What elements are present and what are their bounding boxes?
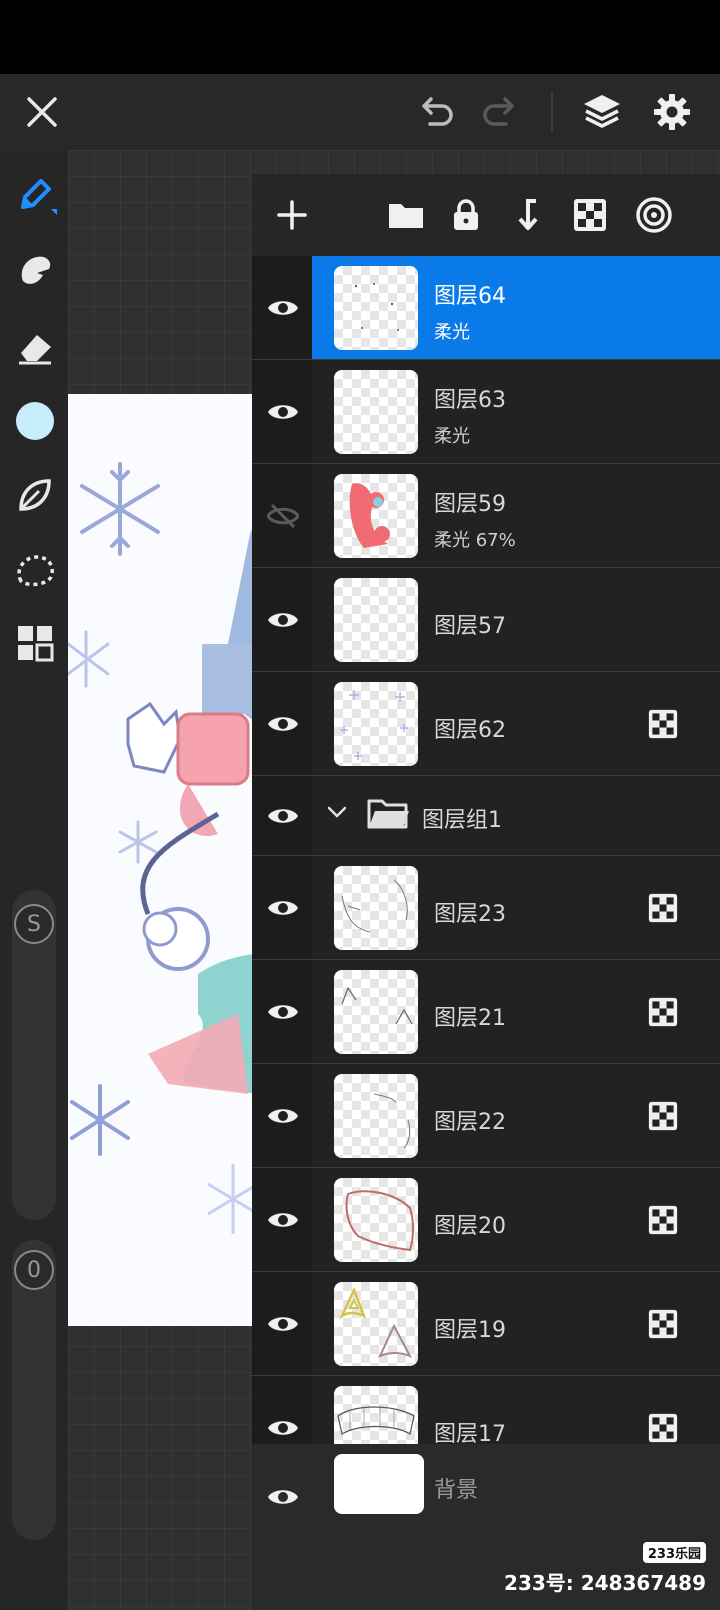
smudge-tool-icon[interactable] (10, 246, 60, 296)
close-icon[interactable] (14, 84, 70, 140)
snowflake-large (80, 462, 160, 556)
eye-icon[interactable] (266, 1203, 300, 1237)
eye-icon[interactable] (266, 1307, 300, 1341)
layer-row[interactable]: 图层63 柔光 (252, 360, 720, 464)
layer-name: 图层20 (434, 1214, 506, 1239)
layer-blend-mode: 柔光 67% (434, 530, 516, 551)
new-group-folder-icon[interactable] (380, 189, 432, 241)
eye-icon[interactable] (266, 395, 300, 429)
eye-icon[interactable] (266, 799, 300, 833)
background-layer-name: 背景 (434, 1478, 479, 1503)
toolbar-divider (551, 92, 553, 132)
group-name: 图层组1 (422, 808, 502, 833)
layer-name: 图层21 (434, 1006, 506, 1031)
gear-icon[interactable] (644, 84, 700, 140)
layer-blend-mode: 柔光 (434, 322, 470, 343)
size-slider-knob[interactable]: S (14, 904, 54, 944)
redo-icon[interactable] (472, 84, 528, 140)
clipping-mask-indicator-icon (648, 893, 678, 923)
layer-thumbnail (334, 682, 418, 766)
chevron-down-icon[interactable] (326, 804, 348, 823)
eye-icon[interactable] (266, 291, 300, 325)
layer-row[interactable]: 图层20 (252, 1168, 720, 1272)
eye-icon[interactable] (266, 707, 300, 741)
layer-name: 图层63 (434, 388, 506, 413)
opacity-slider-knob[interactable]: 0 (14, 1250, 54, 1290)
status-bar (0, 0, 720, 74)
layer-row[interactable]: 图层62 (252, 672, 720, 776)
layer-thumbnail (334, 266, 418, 350)
layer-row[interactable]: 图层19 (252, 1272, 720, 1376)
clipping-mask-icon[interactable] (564, 189, 616, 241)
eye-icon[interactable] (266, 1099, 300, 1133)
eye-icon[interactable] (266, 603, 300, 637)
top-toolbar (0, 74, 720, 150)
layer-name: 图层22 (434, 1110, 506, 1135)
eye-icon[interactable] (266, 1480, 300, 1514)
undo-icon[interactable] (408, 84, 464, 140)
watermark-logo: 233乐园 (642, 1542, 706, 1563)
clipping-mask-indicator-icon (648, 1309, 678, 1339)
layer-name: 图层62 (434, 718, 506, 743)
eye-icon[interactable] (266, 995, 300, 1029)
gallery-grid-icon[interactable] (10, 618, 60, 668)
clipping-mask-indicator-icon (648, 1101, 678, 1131)
selection-tool-icon[interactable] (10, 546, 60, 596)
color-swatch[interactable] (10, 396, 60, 446)
eye-icon[interactable] (266, 891, 300, 925)
layer-row[interactable]: 图层21 (252, 960, 720, 1064)
watermark-text: 233号: 248367489 (504, 1571, 706, 1595)
clipping-mask-indicator-icon (648, 709, 678, 739)
layer-row[interactable]: 图层64 柔光 (252, 256, 720, 360)
merge-down-icon[interactable] (502, 189, 554, 241)
layer-thumbnail (334, 866, 418, 950)
folder-icon (366, 796, 410, 836)
brush-tool-icon[interactable] (10, 170, 60, 220)
eye-hidden-icon[interactable] (266, 499, 300, 533)
layer-thumbnail (334, 1178, 418, 1262)
layer-name: 图层59 (434, 492, 506, 517)
layer-name: 图层57 (434, 614, 506, 639)
clipping-mask-indicator-icon (648, 1413, 678, 1443)
layer-group-row[interactable]: 图层组1 (252, 776, 720, 856)
artwork-canvas[interactable] (68, 394, 258, 1326)
layer-row[interactable]: 图层22 (252, 1064, 720, 1168)
layer-thumbnail (334, 1282, 418, 1366)
layers-panel-header (252, 174, 720, 256)
layer-thumbnail (334, 474, 418, 558)
layer-thumbnail (334, 578, 418, 662)
lock-icon[interactable] (440, 189, 492, 241)
layer-thumbnail (334, 370, 418, 454)
layers-list: 图层64 柔光 图层63 柔光 图层59 柔光 67% 图层57 图层62 图层… (252, 256, 720, 1526)
layer-thumbnail (334, 1074, 418, 1158)
layer-row[interactable]: 图层59 柔光 67% (252, 464, 720, 568)
layer-blend-mode: 柔光 (434, 426, 470, 447)
layers-panel: 图层64 柔光 图层63 柔光 图层59 柔光 67% 图层57 图层62 图层… (252, 174, 720, 1610)
clipping-mask-indicator-icon (648, 1205, 678, 1235)
layer-properties-icon[interactable] (628, 189, 680, 241)
eye-icon[interactable] (266, 1411, 300, 1445)
background-thumbnail (334, 1454, 424, 1514)
clipping-mask-indicator-icon (648, 997, 678, 1027)
brush-opacity-slider[interactable]: 0 (12, 1240, 56, 1540)
watermark: 233乐园 233号: 248367489 (504, 1539, 706, 1596)
layer-thumbnail (334, 970, 418, 1054)
liquify-tool-icon[interactable] (10, 470, 60, 520)
layer-name: 图层64 (434, 284, 506, 309)
eraser-tool-icon[interactable] (10, 322, 60, 372)
layer-name: 图层19 (434, 1318, 506, 1343)
add-layer-icon[interactable] (266, 189, 318, 241)
layer-row[interactable]: 图层57 (252, 568, 720, 672)
brush-size-slider[interactable]: S (12, 890, 56, 1220)
layer-name: 图层23 (434, 902, 506, 927)
layers-icon[interactable] (574, 84, 630, 140)
left-toolbar: S 0 (0, 150, 68, 1610)
drawing-app: S 0 图层64 柔光 图层63 柔光 图层59 柔光 67% 图层57 图层6… (0, 0, 720, 1610)
layer-row[interactable]: 图层23 (252, 856, 720, 960)
